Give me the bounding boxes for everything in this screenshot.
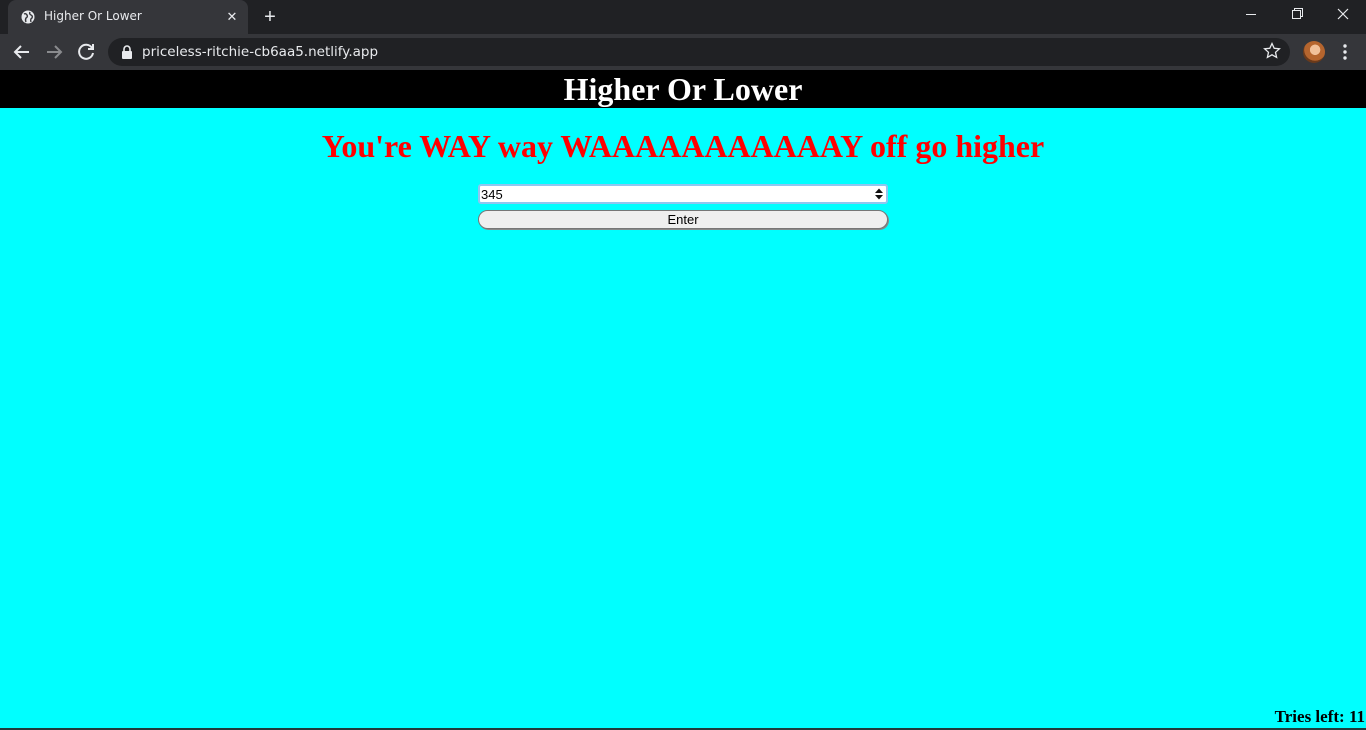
close-window-icon[interactable]: [1320, 0, 1366, 30]
reload-icon[interactable]: [74, 40, 98, 64]
address-bar[interactable]: priceless-ritchie-cb6aa5.netlify.app: [108, 38, 1290, 66]
restore-icon[interactable]: [1274, 0, 1320, 30]
page-body: Higher Or Lower You're WAY way WAAAAAAAA…: [0, 70, 1366, 730]
browser-tab[interactable]: Higher Or Lower ✕: [8, 0, 248, 34]
back-arrow-icon[interactable]: [10, 40, 34, 64]
more-menu-icon[interactable]: [1337, 41, 1353, 63]
number-spinner-icon[interactable]: [874, 187, 884, 201]
tries-count: 11: [1348, 707, 1365, 726]
tab-close-icon[interactable]: ✕: [224, 9, 240, 25]
profile-avatar[interactable]: [1303, 41, 1325, 63]
tries-label: Tries left:: [1274, 707, 1345, 726]
bookmark-star-icon[interactable]: [1262, 41, 1282, 61]
globe-icon: [21, 10, 35, 24]
new-tab-icon[interactable]: +: [259, 6, 281, 28]
lock-icon: [122, 45, 132, 59]
enter-button[interactable]: Enter: [478, 210, 888, 229]
tries-left: Tries left: 11: [1275, 707, 1365, 727]
guess-number-input[interactable]: 345: [478, 184, 888, 204]
page-title: Higher Or Lower: [563, 71, 803, 107]
url-text: priceless-ritchie-cb6aa5.netlify.app: [142, 44, 379, 60]
tab-title: Higher Or Lower: [44, 9, 142, 23]
hint-message: You're WAY way WAAAAAAAAAAAY off go high…: [321, 128, 1045, 164]
browser-toolbar: priceless-ritchie-cb6aa5.netlify.app: [0, 34, 1366, 70]
browser-titlebar: Higher Or Lower ✕ +: [0, 0, 1366, 34]
forward-arrow-icon[interactable]: [42, 40, 66, 64]
page-header: Higher Or Lower: [0, 70, 1366, 108]
guess-value: 345: [481, 187, 503, 202]
minimize-icon[interactable]: [1228, 0, 1274, 30]
